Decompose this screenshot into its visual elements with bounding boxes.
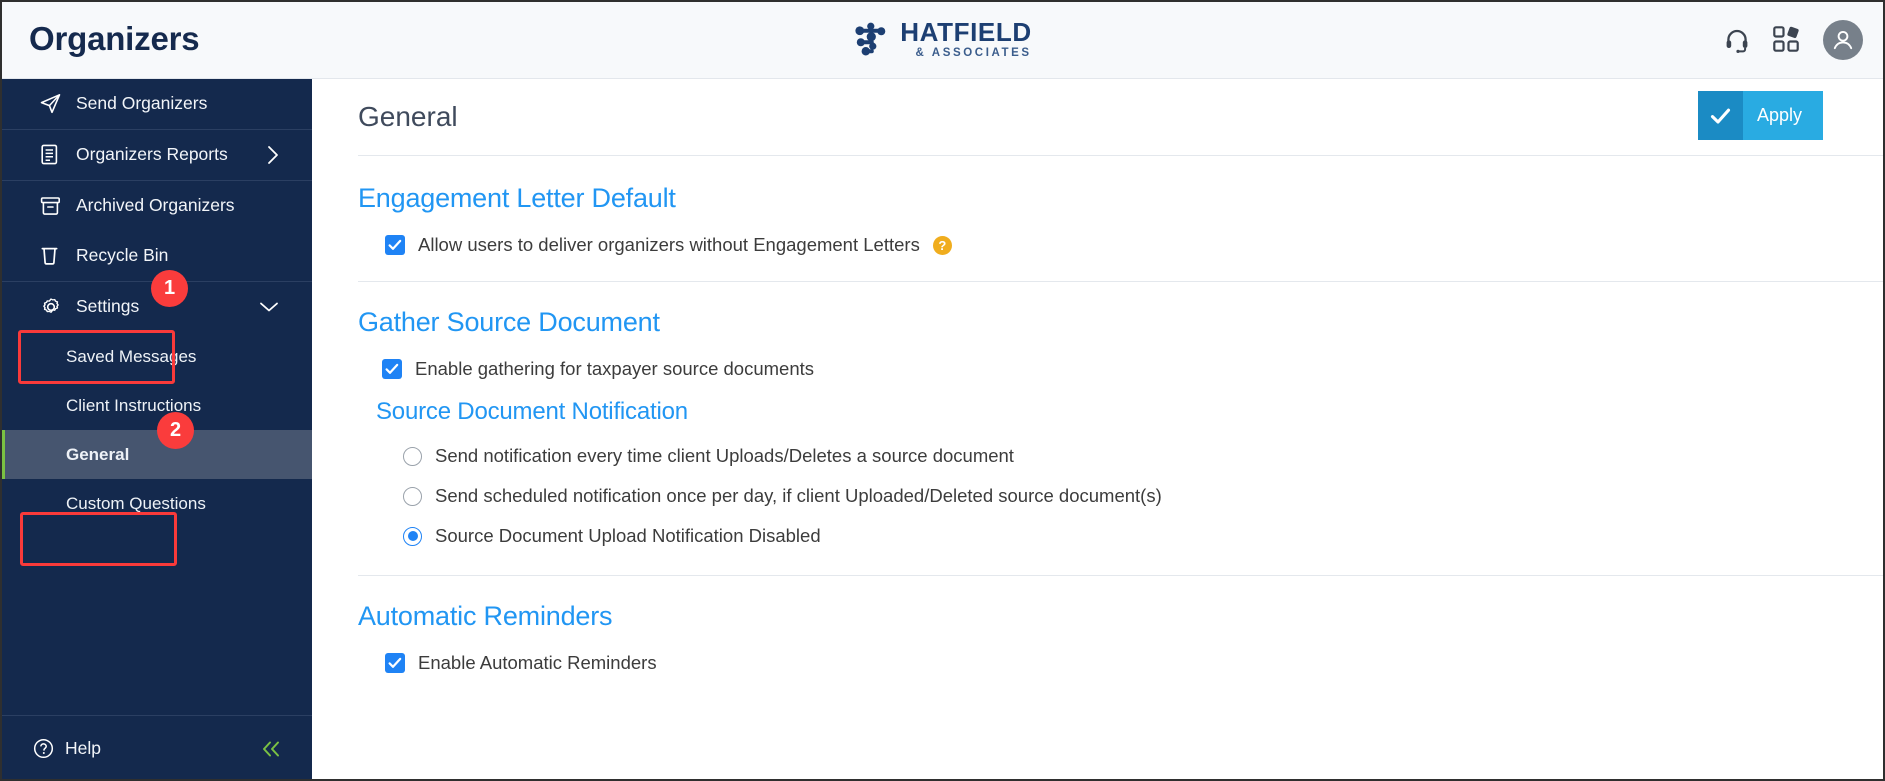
subsection-title: Source Document Notification [376, 398, 688, 425]
option-label: Enable Automatic Reminders [418, 652, 657, 673]
headset-icon[interactable] [1724, 27, 1750, 53]
chevron-down-icon[interactable] [258, 300, 280, 314]
top-bar-actions [1724, 0, 1863, 79]
document-lines-icon [40, 144, 66, 165]
apply-button-label: Apply [1742, 91, 1823, 140]
avatar[interactable] [1823, 19, 1863, 60]
sidebar-subitem-saved-messages[interactable]: Saved Messages [0, 332, 312, 381]
sidebar-subitem-custom-questions[interactable]: Custom Questions [0, 479, 312, 528]
radio-row: Send notification every time client Uplo… [403, 445, 1885, 467]
sidebar-footer: Help [0, 715, 312, 781]
trash-icon [40, 245, 66, 266]
sidebar-item-organizers-reports[interactable]: Organizers Reports [0, 130, 312, 180]
section-gather-source-document: Gather Source Document Enable gathering … [312, 282, 1885, 547]
page-title: Organizers [29, 20, 200, 57]
app-root: Organizers HATFIELD & ASSOCIATES Send Or… [0, 0, 1885, 781]
sidebar: Send Organizers Organizers Reports Archi… [0, 79, 312, 781]
section-title: Gather Source Document [358, 307, 660, 337]
main-content: General Apply Engagement Letter Default [312, 79, 1885, 781]
option-label: Enable gathering for taxpayer source doc… [415, 358, 815, 379]
sidebar-item-label: Recycle Bin [76, 245, 169, 265]
top-bar: Organizers HATFIELD & ASSOCIATES [0, 0, 1885, 79]
radio-row: Send scheduled notification once per day… [403, 485, 1885, 507]
radio-label: Source Document Upload Notification Disa… [435, 525, 821, 546]
radio-label: Send scheduled notification once per day… [435, 485, 1162, 506]
help-tooltip-icon[interactable]: ? [932, 235, 952, 255]
brand-logo: HATFIELD & ASSOCIATES [853, 19, 1031, 60]
archive-box-icon [40, 196, 66, 216]
sidebar-subitem-client-instructions[interactable]: Client Instructions [0, 381, 312, 430]
option-row: Allow users to deliver organizers withou… [385, 234, 1885, 256]
user-avatar-icon [1833, 30, 1853, 49]
help-label: Help [65, 738, 101, 758]
section-engagement-letter-default: Engagement Letter Default Allow users to… [312, 156, 1885, 256]
network-nodes-icon [854, 22, 885, 56]
sidebar-item-label: Archived Organizers [76, 195, 235, 215]
radio-label: Send notification every time client Uplo… [435, 445, 1014, 466]
section-automatic-reminders: Automatic Reminders Enable Automatic Rem… [312, 576, 1885, 674]
section-title: Automatic Reminders [358, 601, 613, 631]
brand-name: HATFIELD [900, 16, 1032, 47]
help-button[interactable]: Help [33, 738, 101, 759]
sidebar-subitem-label: Saved Messages [66, 346, 197, 366]
check-icon [1697, 91, 1743, 140]
sidebar-item-recycle-bin[interactable]: Recycle Bin [0, 231, 312, 281]
sidebar-subitem-label: Custom Questions [66, 493, 206, 513]
paper-plane-icon [40, 93, 66, 114]
subsection-source-document-notification: Source Document Notification Send notifi… [376, 398, 1885, 547]
content-header: General Apply [312, 79, 1885, 155]
sidebar-subitem-general[interactable]: General [0, 430, 312, 479]
radio-notify-every-upload-delete[interactable] [403, 446, 422, 466]
sidebar-subitem-label: Client Instructions [66, 395, 202, 415]
chevron-right-icon[interactable] [266, 144, 280, 166]
gear-icon [40, 296, 66, 318]
checkbox-enable-gathering-source-documents[interactable] [382, 359, 402, 379]
sidebar-subitem-label: General [66, 444, 130, 464]
sidebar-item-send-organizers[interactable]: Send Organizers [0, 79, 312, 129]
apply-button[interactable]: Apply [1697, 91, 1823, 140]
app-grid-icon[interactable] [1773, 26, 1800, 53]
double-chevron-left-icon[interactable] [260, 740, 282, 758]
brand-subtitle: & ASSOCIATES [915, 46, 1032, 59]
sidebar-item-label: Settings [76, 296, 140, 316]
sidebar-item-archived-organizers[interactable]: Archived Organizers [0, 181, 312, 231]
sidebar-item-label: Organizers Reports [76, 144, 228, 164]
radio-notify-scheduled-daily[interactable] [403, 486, 422, 506]
section-title: Engagement Letter Default [358, 183, 676, 213]
brand-text: HATFIELD & ASSOCIATES [900, 19, 1031, 60]
checkbox-enable-automatic-reminders[interactable] [385, 653, 405, 673]
option-row: Enable Automatic Reminders [385, 652, 1885, 674]
option-row: Enable gathering for taxpayer source doc… [382, 358, 1885, 380]
sidebar-item-label: Send Organizers [76, 93, 208, 113]
radio-row: Source Document Upload Notification Disa… [403, 525, 1885, 547]
question-circle-icon [33, 738, 54, 759]
content-title: General [358, 101, 458, 132]
checkbox-allow-deliver-without-engagement-letters[interactable] [385, 235, 405, 255]
radio-notification-disabled[interactable] [403, 526, 422, 546]
sidebar-item-settings[interactable]: Settings [0, 282, 312, 332]
option-label: Allow users to deliver organizers withou… [418, 234, 920, 255]
